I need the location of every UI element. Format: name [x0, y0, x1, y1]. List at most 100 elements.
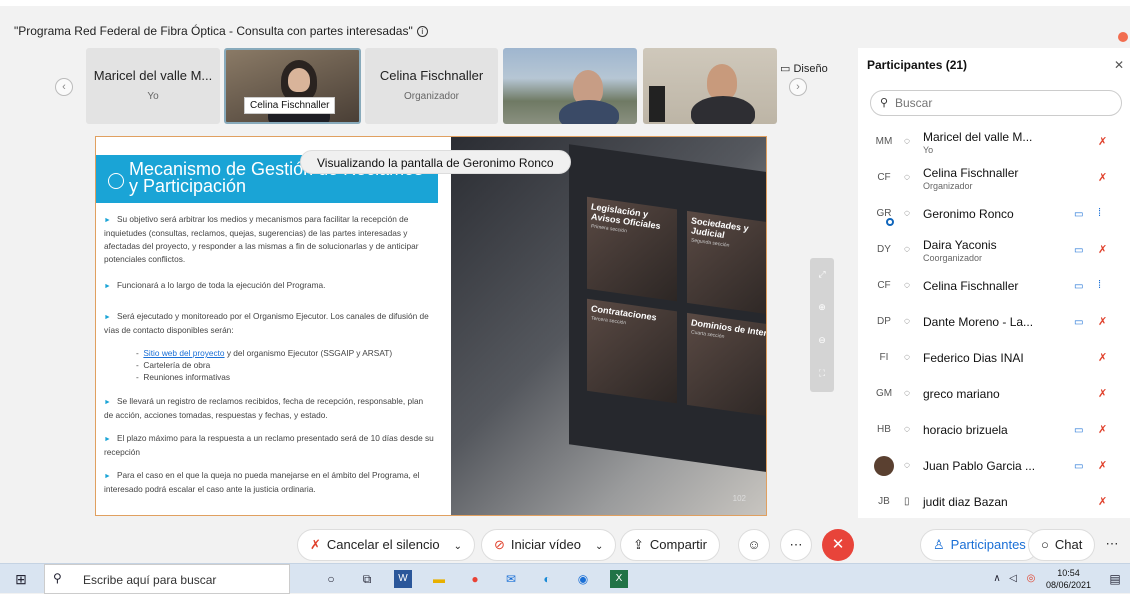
video-tile-self[interactable]: Maricel del valle M... Yo [86, 48, 220, 124]
video-label: Iniciar vídeo [510, 537, 581, 552]
gallery-next-icon[interactable]: › [789, 78, 807, 96]
tile-camera-label: Celina Fischnaller [244, 97, 336, 114]
slide: Mecanismo de Gestión de Reclamos y Parti… [96, 137, 451, 515]
gallery-prev-icon[interactable]: ‹ [55, 78, 73, 96]
headset-icon: ◌ [904, 388, 910, 399]
avatar: MM [875, 136, 893, 147]
headset-icon: ◌ [904, 136, 910, 147]
chat-button[interactable]: ○ Chat [1028, 529, 1096, 561]
participant-row[interactable]: DP ◌ Dante Moreno - La... ▭ ✗ [858, 304, 1130, 340]
share-icon: ⇪ [633, 537, 644, 552]
reactions-button[interactable]: ☺ [738, 529, 770, 561]
search-input[interactable] [895, 94, 1105, 112]
excel-icon[interactable]: X [610, 570, 628, 588]
mail-icon[interactable]: ✉ [502, 570, 520, 588]
mic-muted-icon: ✗ [1098, 316, 1108, 328]
slide-paragraph: ► Para el caso en el que la queja no pued… [104, 469, 434, 496]
chat-icon: ○ [1041, 537, 1049, 552]
participants-button[interactable]: ♙ Participantes [920, 529, 1039, 561]
video-icon: ▭ [1074, 245, 1084, 256]
word-icon[interactable]: W [394, 570, 412, 588]
participant-row[interactable]: GM ◌ greco mariano ✗ [858, 376, 1130, 412]
video-tile-camera-2[interactable] [503, 48, 637, 124]
headset-icon: ◌ [904, 208, 910, 219]
participant-row[interactable]: CF ◌ Celina Fischnaller ▭ ⁞ [858, 268, 1130, 304]
share-label: Compartir [649, 537, 707, 552]
participant-row[interactable]: FI ◌ Federico Dias INAI ✗ [858, 340, 1130, 376]
mic-icon: ⁞ [1098, 279, 1102, 291]
speaking-indicator [886, 218, 894, 226]
volume-icon[interactable]: ◁ [1004, 570, 1022, 588]
participant-search[interactable]: ⚲ [870, 90, 1122, 116]
meeting-window: "Programa Red Federal de Fibra Óptica - … [0, 0, 1130, 563]
participant-row[interactable]: DY ◌ Daira Yaconis Coorganizador ▭ ✗ [858, 232, 1130, 268]
card-legislacion: Legislación y Avisos Oficiales Primera se… [587, 196, 677, 302]
participant-row[interactable]: HB ◌ horacio brizuela ▭ ✗ [858, 412, 1130, 448]
avatar: DY [877, 244, 891, 255]
mic-muted-icon: ✗ [1098, 496, 1108, 508]
participant-name: Maricel del valle M... [923, 130, 1033, 144]
bullet-icon: ► [104, 473, 111, 480]
clock-time: 10:54 [1057, 568, 1080, 578]
cortana-icon[interactable]: ○ [322, 570, 340, 588]
windows-start-icon[interactable]: ⊞ [12, 570, 30, 588]
participant-name: greco mariano [923, 387, 1000, 401]
fit-screen-icon[interactable]: ⤢ [810, 258, 834, 291]
slide-photo: Legislación y Avisos Oficiales Primera se… [451, 137, 766, 515]
notification-dot [1118, 32, 1128, 42]
person-face [707, 64, 737, 100]
chrome-icon[interactable]: ● [466, 570, 484, 588]
card-contrataciones: Contrataciones Tercera sección [587, 298, 677, 404]
chevron-down-icon[interactable]: ⌄ [454, 541, 462, 552]
zoom-out-icon[interactable]: ⊖ [810, 324, 834, 357]
video-icon: ▭ [1074, 209, 1084, 220]
share-button[interactable]: ⇪ Compartir [620, 529, 720, 561]
tile-name: Celina Fischnaller [379, 68, 484, 83]
zoom-tray-icon[interactable]: ◎ [1022, 570, 1040, 588]
slide-paragraph: ► El plazo máximo para la respuesta a un … [104, 432, 434, 459]
bullet-icon: ► [104, 217, 111, 224]
participant-name: Federico Dias INAI [923, 351, 1024, 365]
start-video-button[interactable]: ⊘ Iniciar vídeo ⌄ [481, 529, 617, 561]
meeting-title-text: "Programa Red Federal de Fibra Óptica - … [14, 24, 413, 38]
info-icon[interactable]: i [416, 26, 428, 38]
participant-row[interactable]: GR ◌ Geronimo Ronco ▭ ⁞ [858, 196, 1130, 232]
participants-panel: Participantes (21) ✕ ⚲ MM ◌ Maricel del va… [858, 48, 1130, 518]
list-text: Reuniones informativas [143, 372, 231, 382]
participant-name: judit diaz Bazan [923, 495, 1008, 509]
laptop-screen: Legislación y Avisos Oficiales Primera se… [569, 144, 766, 474]
avatar: JB [878, 496, 890, 507]
notifications-icon[interactable]: ▤ [1106, 570, 1124, 588]
more-icon[interactable]: ⋯ [1096, 529, 1128, 561]
avatar: GM [875, 388, 893, 399]
task-view-icon[interactable]: ⧉ [358, 570, 376, 588]
video-tile-camera-3[interactable] [643, 48, 777, 124]
unmute-button[interactable]: ✗ Cancelar el silencio ⌄ [297, 529, 476, 561]
taskbar-search[interactable]: ⚲ Escribe aquí para buscar [44, 564, 290, 594]
bullet-icon: ► [104, 436, 111, 443]
edge-icon[interactable]: ◐ [538, 570, 556, 588]
video-tile-organizer[interactable]: Celina Fischnaller Organizador [365, 48, 498, 124]
participant-row[interactable]: MM ◌ Maricel del valle M... Yo ✗ [858, 124, 1130, 160]
more-options-button[interactable]: ⋯ [780, 529, 812, 561]
participant-row[interactable]: CF ◌ Celina Fischnaller Organizador ✗ [858, 160, 1130, 196]
participant-name: Dante Moreno - La... [923, 315, 1034, 329]
participant-row[interactable]: ◌ Juan Pablo Garcia ... ▭ ✗ [858, 448, 1130, 484]
paragraph-text: Para el caso en el que la queja no pueda… [104, 470, 420, 494]
layout-button[interactable]: ▭ Diseño [780, 62, 828, 75]
chevron-down-icon[interactable]: ⌄ [595, 541, 603, 552]
project-link[interactable]: Sitio web del proyecto [143, 348, 224, 358]
system-clock[interactable]: 10:54 08/06/2021 [1046, 567, 1091, 591]
participant-name: Celina Fischnaller [923, 166, 1019, 180]
close-icon[interactable]: ✕ [1114, 58, 1124, 72]
person-body [691, 96, 755, 124]
viewing-screen-label: Visualizando la pantalla de Geronimo Ron… [300, 150, 571, 174]
bullet-icon: ► [104, 283, 111, 290]
file-explorer-icon[interactable]: ▬ [430, 570, 448, 588]
fullscreen-icon[interactable]: ⛶ [810, 357, 834, 390]
zoom-in-icon[interactable]: ⊕ [810, 291, 834, 324]
zoom-app-icon[interactable]: ◉ [574, 570, 592, 588]
participant-row[interactable]: JB ▯ judit diaz Bazan ✗ [858, 484, 1130, 520]
video-tile-camera[interactable]: Celina Fischnaller [224, 48, 361, 124]
leave-button[interactable]: ✕ [822, 529, 854, 561]
